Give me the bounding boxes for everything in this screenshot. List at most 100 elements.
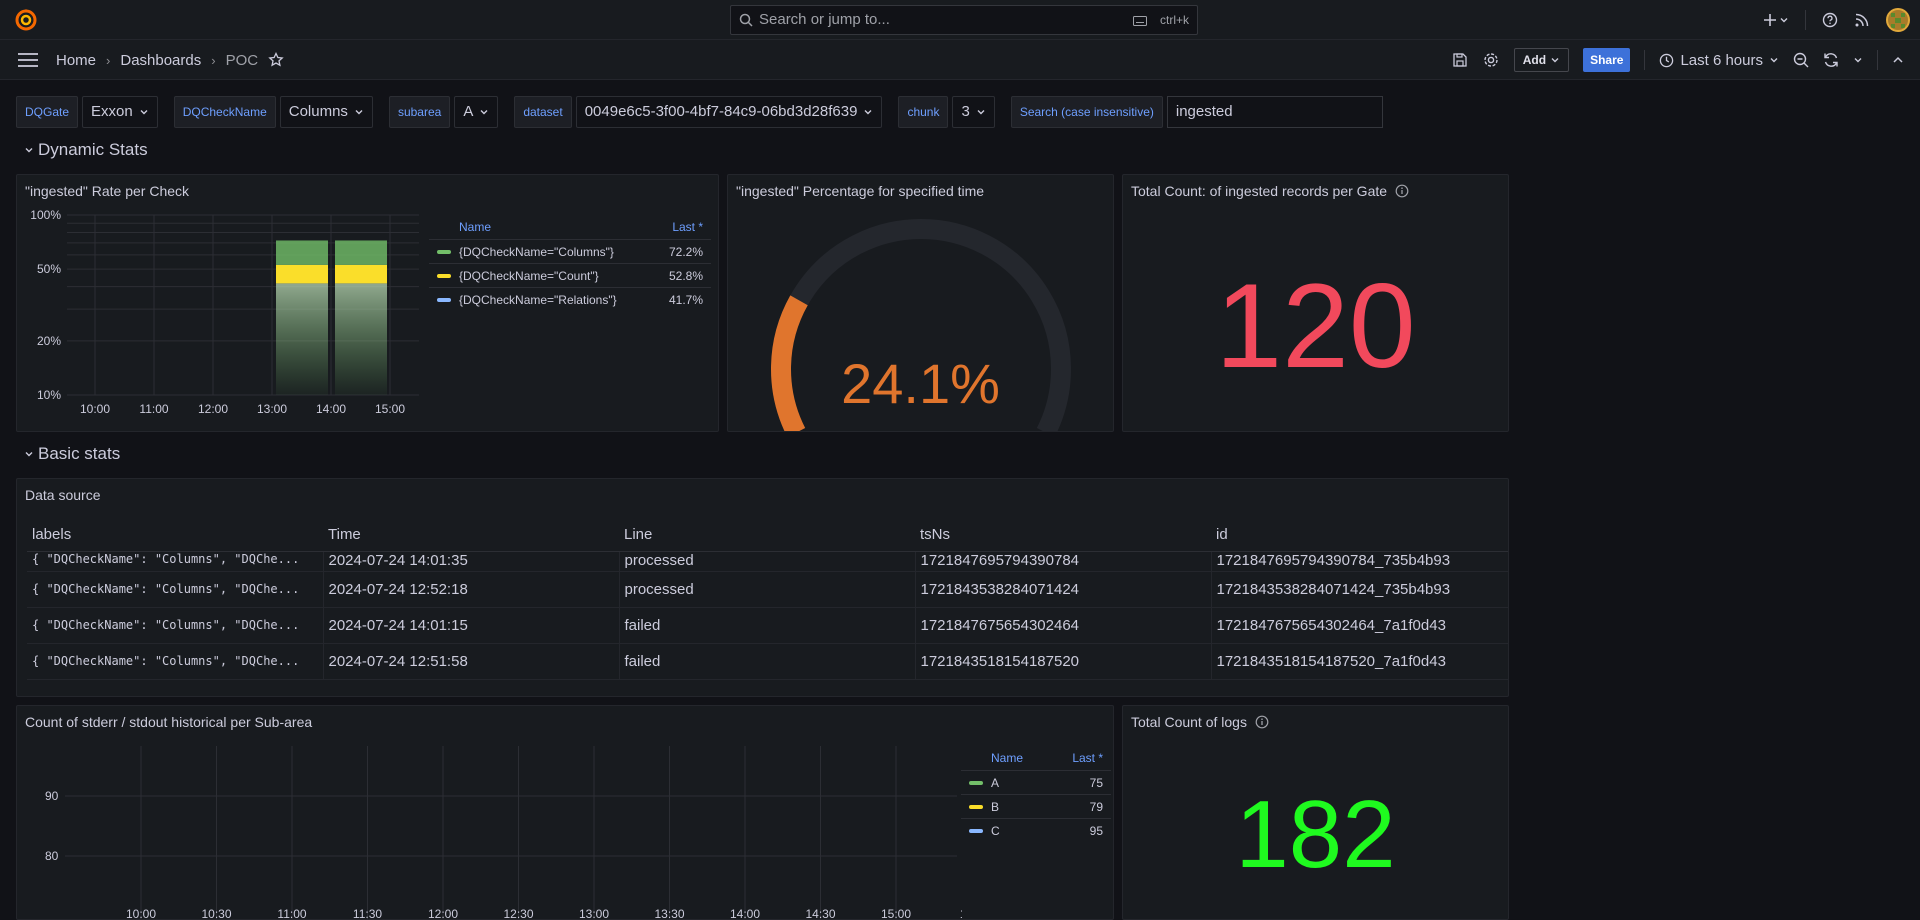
breadcrumb-current: POC	[225, 51, 259, 69]
share-button[interactable]: Share	[1583, 48, 1631, 72]
gear-icon[interactable]	[1482, 51, 1500, 69]
x-tick-label: 12:30	[503, 907, 533, 920]
legend-header-last[interactable]: Last *	[1061, 746, 1111, 770]
search-input[interactable]: ingested	[1166, 96, 1383, 128]
legend-item[interactable]: C 95	[961, 818, 1111, 842]
variable-subarea-select[interactable]: A	[454, 96, 499, 128]
legend-swatch	[437, 274, 451, 278]
column-header-tsns[interactable]: tsNs	[915, 519, 1211, 552]
x-tick-label: 15:00	[375, 402, 405, 416]
panel-title: Total Count of logs	[1131, 714, 1269, 730]
x-tick-label: 13:30	[654, 907, 684, 920]
variable-chunk-select[interactable]: 3	[952, 96, 995, 128]
panel-stderr-stdout: Count of stderr / stdout historical per …	[16, 705, 1114, 920]
chevron-down-icon	[139, 107, 149, 117]
save-icon[interactable]	[1452, 52, 1468, 68]
x-tick-label: 10:00	[126, 907, 156, 920]
variable-dqgate: DQGate Exxon	[16, 96, 158, 128]
breadcrumb: Home › Dashboards › POC	[56, 40, 284, 80]
breadcrumb-dashboards[interactable]: Dashboards	[120, 52, 201, 69]
info-icon[interactable]	[1255, 715, 1269, 729]
legend-item[interactable]: {DQCheckName="Count"} 52.8%	[429, 263, 711, 287]
panel-rate-per-check: "ingested" Rate per Check 100% 50% 20% 10% 1…	[16, 174, 719, 432]
search-icon	[739, 13, 753, 27]
menu-icon[interactable]	[18, 53, 38, 67]
y-tick-label: 80	[45, 849, 59, 863]
x-tick-label: 11:00	[139, 402, 168, 416]
clock-icon	[1659, 53, 1674, 68]
legend-item[interactable]: {DQCheckName="Columns"} 72.2%	[429, 239, 711, 263]
legend-header-last[interactable]: Last *	[661, 215, 711, 239]
bar-relations	[335, 283, 387, 395]
table-row[interactable]: { "DQCheckName": "Columns", "DQChe... 202…	[27, 607, 1508, 644]
time-range-picker[interactable]: Last 6 hours	[1659, 52, 1779, 69]
dashboard-toolbar: Home › Dashboards › POC Add Share Last 6…	[0, 40, 1920, 80]
zoom-out-icon[interactable]	[1793, 52, 1809, 68]
divider	[1644, 50, 1646, 70]
refresh-icon[interactable]	[1823, 52, 1839, 68]
variable-dataset: dataset 0049e6c5-3f00-4bf7-84c9-06bd3d28…	[514, 96, 883, 128]
chevron-down-icon	[354, 107, 364, 117]
variable-subarea: subarea A	[388, 96, 499, 128]
stderr-legend: Name Last * A 75 B 79 C 95	[961, 746, 1111, 842]
column-header-labels[interactable]: labels	[27, 519, 323, 552]
x-tick-label: 13:00	[579, 907, 609, 920]
info-icon[interactable]	[1395, 184, 1409, 198]
column-header-id[interactable]: id	[1211, 519, 1508, 552]
legend-item[interactable]: {DQCheckName="Relations"} 41.7%	[429, 287, 711, 311]
variable-dqcheckname-select[interactable]: Columns	[279, 96, 373, 128]
breadcrumb-home[interactable]: Home	[56, 52, 96, 69]
chevron-down-icon[interactable]	[1853, 55, 1863, 65]
row-dynamic-stats[interactable]: Dynamic Stats	[24, 140, 148, 160]
total-logs-value: 182	[1235, 781, 1396, 888]
chevron-down-icon	[1769, 55, 1779, 65]
keyboard-icon	[1133, 16, 1147, 26]
plus-icon	[1763, 13, 1777, 27]
table-header-row: labels Time Line tsNs id	[27, 519, 1508, 552]
grafana-logo-icon[interactable]	[14, 8, 38, 32]
add-button[interactable]: Add	[1513, 48, 1570, 72]
legend-item[interactable]: A 75	[961, 770, 1111, 794]
variable-label: DQCheckName	[173, 96, 276, 128]
panel-title: Total Count: of ingested records per Gat…	[1131, 183, 1409, 199]
column-header-line[interactable]: Line	[619, 519, 915, 552]
table-row[interactable]: { "DQCheckName": "Columns", "DQChe... 202…	[27, 571, 1508, 608]
x-tick-label: 13:00	[257, 402, 287, 416]
search-bar[interactable]: Search or jump to... ctrl+k	[730, 5, 1198, 35]
variable-label: DQGate	[16, 96, 79, 128]
x-tick-label: 11:00	[277, 907, 306, 920]
legend-swatch	[437, 298, 451, 302]
panel-title: Count of stderr / stdout historical per …	[25, 714, 313, 730]
star-icon[interactable]	[268, 52, 284, 68]
search-placeholder: Search or jump to...	[759, 11, 890, 28]
legend-item[interactable]: B 79	[961, 794, 1111, 818]
variable-dqgate-select[interactable]: Exxon	[82, 96, 158, 128]
chevron-down-icon	[24, 449, 34, 459]
chevron-up-icon[interactable]	[1892, 54, 1904, 66]
legend-header-name[interactable]: Name	[459, 215, 661, 239]
legend-swatch	[969, 829, 983, 833]
legend-header-name[interactable]: Name	[991, 746, 1061, 770]
variable-label: Search (case insensitive)	[1010, 96, 1163, 128]
variable-dqcheckname: DQCheckName Columns	[173, 96, 373, 128]
row-basic-stats[interactable]: Basic stats	[24, 444, 120, 464]
chevron-right-icon: ›	[106, 52, 111, 68]
add-label: Add	[1522, 53, 1547, 67]
chevron-down-icon	[1779, 15, 1789, 25]
avatar[interactable]	[1886, 8, 1910, 32]
variable-search: Search (case insensitive) ingested	[1010, 96, 1383, 128]
x-tick-label: 15:00	[881, 907, 911, 920]
table-row[interactable]: { "DQCheckName": "Columns", "DQChe... 202…	[27, 643, 1508, 680]
chevron-down-icon	[863, 107, 873, 117]
new-menu-button[interactable]	[1763, 13, 1789, 27]
x-tick-label: 14:00	[730, 907, 760, 920]
news-rss-icon[interactable]	[1854, 12, 1870, 28]
x-tick-label: 15:3	[960, 907, 962, 920]
data-table: labels Time Line tsNs id { "DQCheckName"…	[27, 519, 1508, 680]
help-icon[interactable]	[1822, 12, 1838, 28]
column-header-time[interactable]: Time	[323, 519, 619, 552]
table-row[interactable]: { "DQCheckName": "Columns", "DQChe... 202…	[27, 551, 1508, 572]
variable-dataset-select[interactable]: 0049e6c5-3f00-4bf7-84c9-06bd3d28f639	[575, 96, 883, 128]
panel-percentage-gauge: "ingested" Percentage for specified time…	[727, 174, 1114, 432]
legend-swatch	[969, 781, 983, 785]
